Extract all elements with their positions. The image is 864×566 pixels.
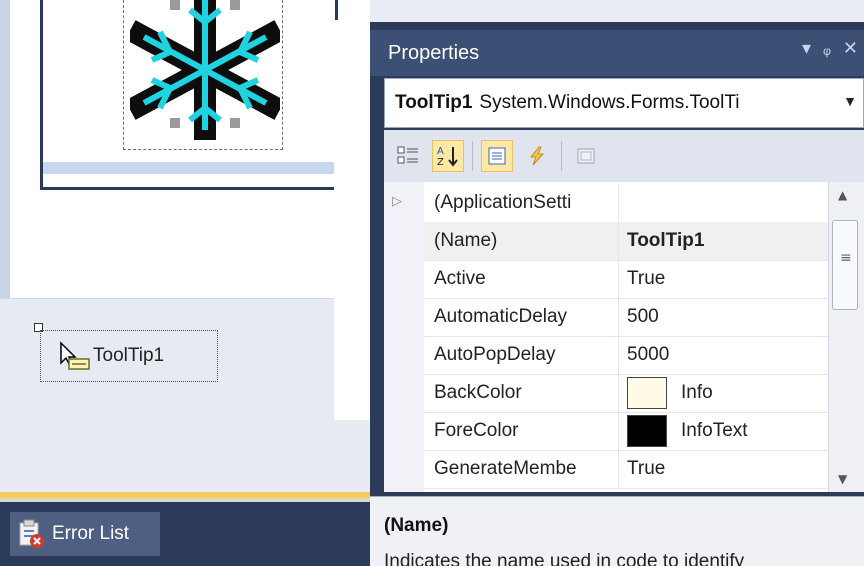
property-value[interactable]: InfoText — [619, 412, 748, 450]
chevron-down-icon[interactable]: ▼ — [843, 93, 857, 109]
expand-arrow-icon[interactable]: ▷ — [392, 194, 402, 209]
property-name: GenerateMembe — [424, 450, 619, 488]
tooltip-component-icon — [55, 341, 91, 371]
property-name: AutomaticDelay — [424, 298, 619, 336]
properties-title-bar[interactable]: Properties ▾ ᵩ ✕ — [370, 30, 864, 76]
properties-toolbar: A Z — [384, 130, 864, 182]
description-text: Indicates the name used in code to ident… — [384, 551, 745, 566]
events-icon[interactable] — [521, 140, 553, 172]
toolbar-separator — [472, 141, 473, 171]
toolbar-separator — [561, 141, 562, 171]
property-value-text: ToolTip1 — [627, 230, 705, 251]
property-value[interactable]: ToolTip1 — [619, 222, 704, 260]
error-list-label: Error List — [52, 523, 130, 544]
panel-divider-shadow — [0, 498, 370, 502]
property-value-text: 500 — [627, 306, 659, 327]
grip-icon: ≡ — [840, 250, 852, 266]
property-grid-margin — [384, 182, 424, 492]
description-pane: (Name) Indicates the name used in code t… — [370, 496, 864, 566]
categorized-icon[interactable] — [392, 140, 424, 172]
tooltip-component[interactable]: ToolTip1 — [40, 330, 218, 382]
property-pages-icon[interactable] — [570, 140, 602, 172]
color-swatch — [627, 415, 667, 447]
property-value[interactable]: Info — [619, 374, 713, 412]
error-list-tab[interactable]: Error List — [10, 512, 160, 556]
property-name: AutoPopDelay — [424, 336, 619, 374]
selected-object-name: ToolTip1 — [395, 92, 473, 113]
property-row[interactable]: AutoPopDelay 5000 — [424, 336, 828, 375]
property-name: BackColor — [424, 374, 619, 412]
property-value-text: InfoText — [681, 420, 748, 441]
property-value-text: True — [627, 458, 666, 479]
svg-text:A: A — [437, 146, 444, 157]
property-value-text: 5000 — [627, 344, 670, 365]
selected-object-type: System.Windows.Forms.ToolTi — [479, 92, 740, 113]
property-row[interactable]: BackColor Info — [424, 374, 828, 413]
designer-border — [0, 0, 10, 298]
properties-title: Properties — [388, 41, 480, 64]
property-name: Active — [424, 260, 619, 298]
property-value[interactable]: True — [619, 450, 665, 488]
component-tray — [0, 298, 334, 498]
property-row[interactable]: (ApplicationSetti — [424, 184, 828, 223]
property-value[interactable]: 5000 — [619, 336, 669, 374]
property-value[interactable] — [619, 184, 627, 222]
property-row[interactable]: (Name) ToolTip1 — [424, 222, 828, 261]
window-position-icon[interactable]: ▾ — [802, 38, 811, 59]
property-row[interactable]: AutomaticDelay 500 — [424, 298, 828, 337]
property-row[interactable]: GenerateMembe True — [424, 450, 828, 489]
property-name: (Name) — [424, 222, 619, 260]
error-list-icon — [16, 519, 46, 549]
object-selector-dropdown[interactable]: ToolTip1 System.Windows.Forms.ToolTi ▼ — [384, 78, 864, 128]
scroll-up-arrow-icon[interactable]: ▲ — [838, 188, 847, 202]
component-label: ToolTip1 — [93, 345, 165, 366]
property-row[interactable]: Active True — [424, 260, 828, 299]
property-value[interactable]: True — [619, 260, 665, 298]
properties-icon[interactable] — [481, 140, 513, 172]
svg-text:Z: Z — [437, 157, 444, 168]
scroll-down-arrow-icon[interactable]: ▼ — [838, 472, 847, 486]
property-value[interactable]: 500 — [619, 298, 659, 336]
property-value-text: Info — [681, 382, 713, 403]
property-name: ForeColor — [424, 412, 619, 450]
property-value-text: True — [627, 268, 666, 289]
property-row[interactable]: ForeColor InfoText — [424, 412, 828, 451]
alphabetical-icon[interactable]: A Z — [432, 140, 464, 172]
pin-icon[interactable]: ᵩ — [823, 38, 831, 59]
description-title: (Name) — [384, 515, 449, 536]
color-swatch — [627, 377, 667, 409]
property-name: (ApplicationSetti — [424, 184, 619, 222]
snowflake-image — [130, 0, 280, 140]
close-icon[interactable]: ✕ — [843, 38, 858, 59]
designer-background — [334, 20, 370, 420]
